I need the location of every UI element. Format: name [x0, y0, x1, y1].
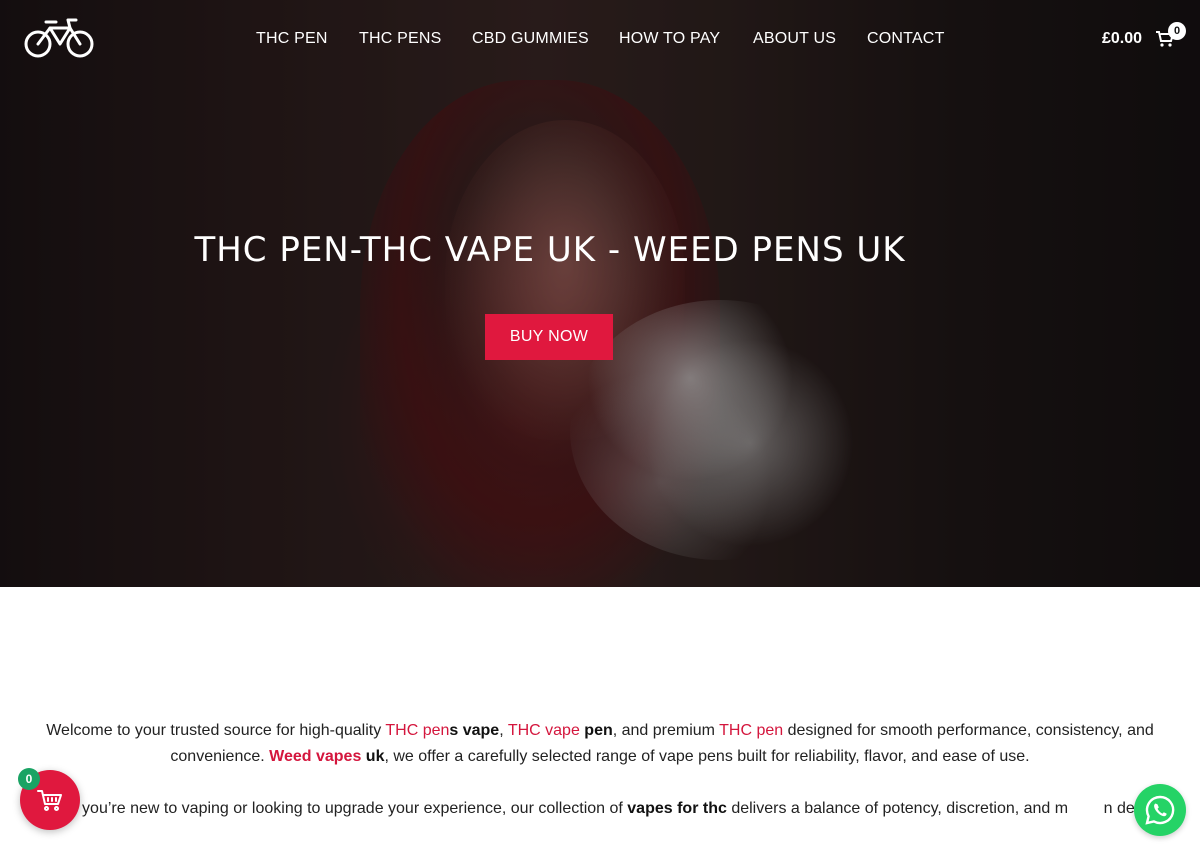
link-thc-pen-2[interactable]: THC pen: [719, 722, 783, 739]
bold-text: s vape: [449, 722, 500, 739]
intro-section: Welcome to your trusted source for high-…: [0, 718, 1200, 822]
nav-thc-pens[interactable]: THC PENS: [359, 30, 442, 48]
nav-how-to-pay[interactable]: HOW TO PAY: [619, 30, 720, 48]
text: W you’re new to vaping or looking to upg…: [31, 800, 628, 817]
link-thc-pen[interactable]: THC pen: [385, 722, 449, 739]
floating-cart-count-badge: 0: [18, 768, 40, 790]
intro-paragraph-2: W you’re new to vaping or looking to upg…: [10, 796, 1190, 822]
hero-overlay: [0, 0, 1200, 587]
bold-text: vapes for thc: [627, 800, 727, 817]
text: delivers a balance of potency, discretio…: [726, 800, 1169, 817]
text: , and premium: [612, 722, 720, 739]
basket-icon: [37, 790, 62, 811]
link-weed-vapes[interactable]: Weed vapes: [269, 748, 361, 765]
nav-contact[interactable]: CONTACT: [867, 30, 945, 48]
bold-text: pen: [579, 722, 613, 739]
text: , we offer a carefully selected range of…: [384, 748, 1030, 765]
whatsapp-icon: [1145, 795, 1175, 825]
text: Welcome to your trusted source for high-…: [46, 722, 386, 739]
cart-count-badge: 0: [1168, 22, 1186, 40]
nav-thc-pen[interactable]: THC PEN: [256, 30, 328, 48]
nav-cbd-gummies[interactable]: CBD GUMMIES: [472, 30, 589, 48]
intro-paragraph-1: Welcome to your trusted source for high-…: [10, 718, 1190, 770]
cart-total[interactable]: £0.00: [1102, 30, 1142, 48]
nav-about-us[interactable]: ABOUT US: [753, 30, 836, 48]
buy-now-button[interactable]: BUY NOW: [485, 314, 613, 360]
text: ,: [499, 722, 508, 739]
main-navigation: THC PEN THC PENS CBD GUMMIES HOW TO PAY …: [0, 30, 1200, 52]
hero-banner: [0, 0, 1200, 587]
whatsapp-button[interactable]: [1134, 784, 1186, 836]
link-thc-vape[interactable]: THC vape: [508, 722, 580, 739]
bold-text: uk: [361, 748, 385, 765]
hero-title: THC PEN-THC VAPE UK - WEED PENS UK: [194, 230, 906, 270]
